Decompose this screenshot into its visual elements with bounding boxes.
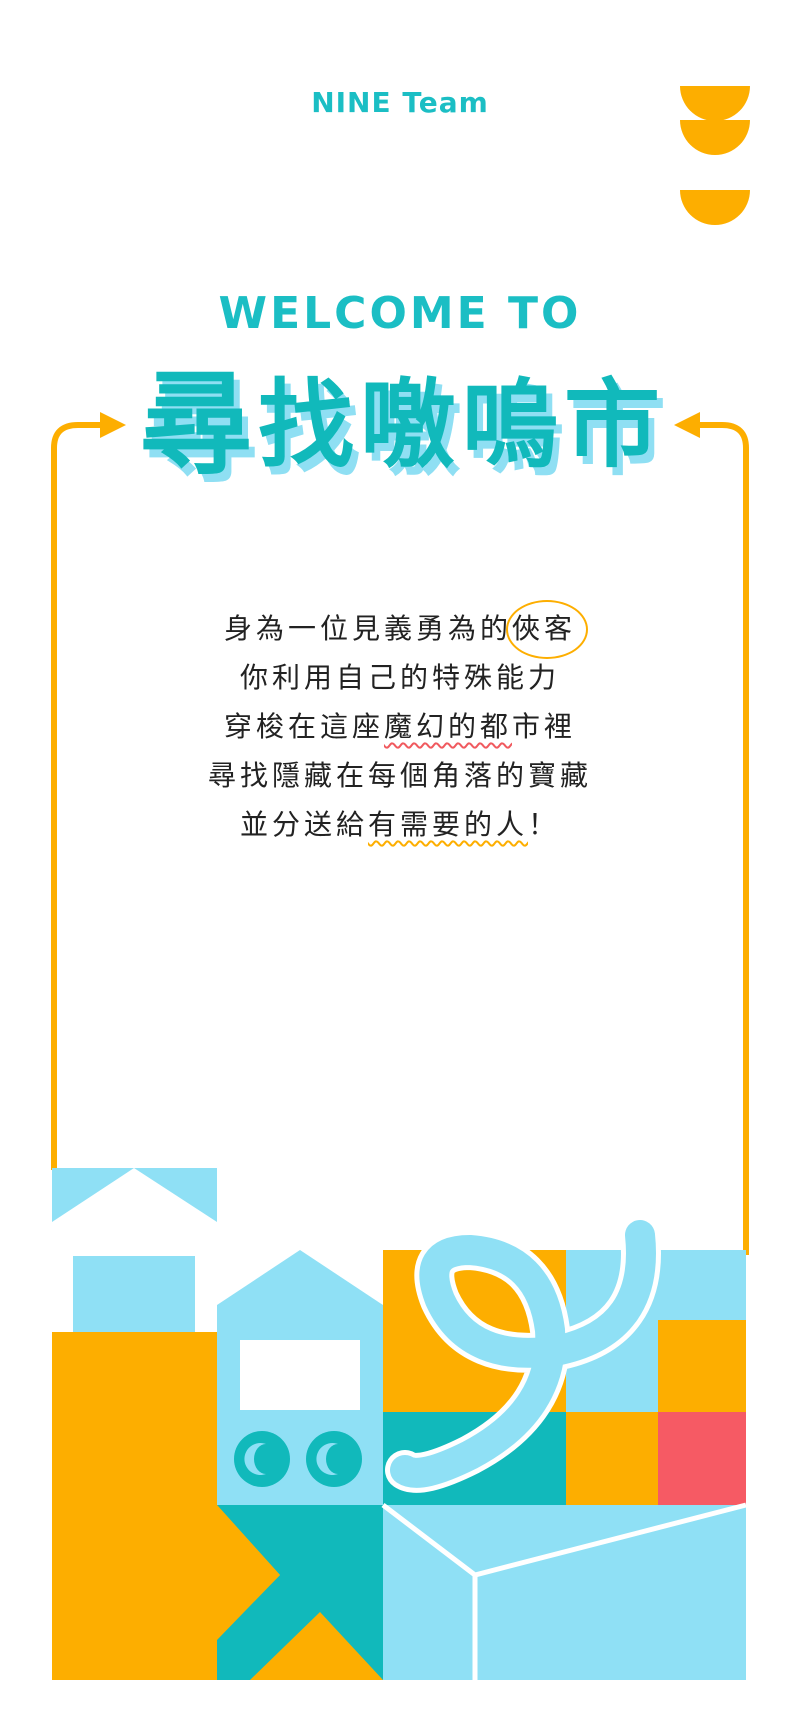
underlined-yellow: 有需要的人 bbox=[367, 808, 528, 841]
intro-line-2: 你利用自己的特殊能力 bbox=[239, 661, 560, 694]
block-orange-right-2 bbox=[566, 1412, 658, 1505]
arrow-left-icon bbox=[674, 412, 700, 438]
page-title: 尋 找 噭 嗚 市 bbox=[140, 360, 660, 490]
title-char-5: 市 bbox=[564, 369, 660, 481]
welcome-heading: WELCOME TO bbox=[218, 288, 582, 339]
title-char-4: 嗚 bbox=[462, 369, 558, 481]
title-char-1: 尋 bbox=[140, 360, 252, 490]
intro-line-4: 尋找隱藏在每個角落的寶藏 bbox=[207, 759, 592, 792]
building-orange-left bbox=[52, 1332, 217, 1680]
half-moon-3 bbox=[680, 190, 750, 225]
circled-word: 俠客 bbox=[505, 600, 589, 659]
title-char-2: 找 bbox=[258, 369, 354, 481]
title-char-3: 噭 bbox=[360, 369, 456, 481]
block-orange-right bbox=[658, 1320, 746, 1412]
intro-line-1: 身為一位見義勇為的俠客 bbox=[0, 600, 800, 659]
intro-text: 身為一位見義勇為的俠客 你利用自己的特殊能力 穿梭在這座魔幻的都市裡 尋找隱藏在… bbox=[0, 600, 800, 849]
intro-line-5: 並分送給有需要的人！ bbox=[239, 808, 561, 841]
arrow-right-icon bbox=[100, 412, 126, 438]
intro-line-3: 穿梭在這座魔幻的都市裡 bbox=[223, 710, 577, 743]
brand-label: NINE Team bbox=[311, 86, 489, 119]
block-red-right bbox=[658, 1412, 746, 1505]
eye-left-icon bbox=[234, 1431, 290, 1487]
building-box-left bbox=[73, 1256, 195, 1332]
underlined-red: 魔幻的都 bbox=[383, 710, 512, 743]
house-window bbox=[240, 1340, 360, 1410]
half-moon-2 bbox=[680, 120, 750, 155]
welcome-screen: NINE Team WELCOME TO 尋 找 噭 嗚 市 身為一位見義勇為的… bbox=[0, 0, 800, 1733]
building-bottom-right bbox=[383, 1505, 746, 1680]
decor-layer bbox=[51, 86, 750, 1680]
eye-right-icon bbox=[306, 1431, 362, 1487]
